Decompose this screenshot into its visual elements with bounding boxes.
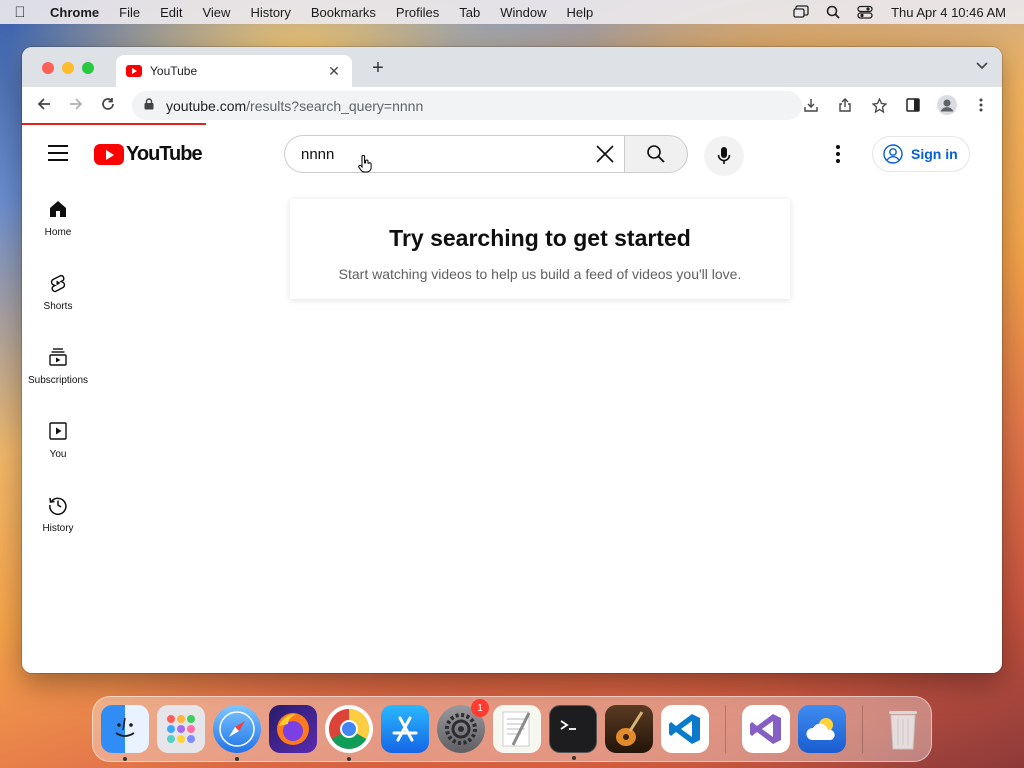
dock-system-settings-icon[interactable]: 1 <box>437 699 489 753</box>
sidebar-item-home[interactable]: Home <box>22 181 94 255</box>
close-window-button[interactable] <box>42 62 54 74</box>
sign-in-button[interactable]: Sign in <box>872 136 970 172</box>
download-icon[interactable] <box>800 98 822 115</box>
hand-cursor-icon <box>358 154 372 176</box>
subscriptions-icon <box>49 347 67 366</box>
settings-update-badge: 1 <box>471 699 489 717</box>
youtube-logo-text: YouTube <box>126 143 203 165</box>
dock-visual-studio-icon[interactable] <box>742 705 790 753</box>
forward-arrow-icon[interactable] <box>60 97 92 116</box>
guide-menu-icon[interactable] <box>48 145 68 166</box>
dock-firefox-icon[interactable] <box>269 705 317 753</box>
dock-trash-icon[interactable] <box>879 705 927 753</box>
empty-feed-card: Try searching to get started Start watch… <box>290 199 790 299</box>
control-center-icon[interactable] <box>849 5 881 19</box>
chrome-menu-icon[interactable] <box>970 98 992 115</box>
macos-menu-bar:  Chrome File Edit View History Bookmark… <box>0 0 1024 24</box>
menu-tab[interactable]: Tab <box>449 5 490 20</box>
apple-menu-icon[interactable]:  <box>0 4 40 21</box>
you-icon <box>49 421 67 440</box>
chrome-window: YouTube ✕ + youtube.com/results?search_q… <box>22 47 1002 673</box>
youtube-play-logo-icon <box>94 144 124 165</box>
sidebar-item-label: Home <box>44 226 72 238</box>
bookmark-star-icon[interactable] <box>868 96 890 116</box>
side-panel-icon[interactable] <box>902 98 924 115</box>
dock-terminal-icon[interactable] <box>549 705 597 760</box>
menu-view[interactable]: View <box>192 5 240 20</box>
url-path: /results?search_query=nnnn <box>246 97 424 114</box>
sidebar-item-shorts[interactable]: Shorts <box>22 255 94 329</box>
dock-textedit-icon[interactable] <box>493 705 541 753</box>
spotlight-search-icon[interactable] <box>817 5 849 19</box>
youtube-favicon-icon <box>126 65 142 77</box>
menu-window[interactable]: Window <box>490 5 556 20</box>
reload-icon[interactable] <box>92 97 124 116</box>
youtube-header: YouTube Sign in <box>22 125 1002 181</box>
sidebar-item-label: You <box>49 448 67 460</box>
history-icon <box>49 497 67 515</box>
home-icon <box>50 200 66 217</box>
menu-history[interactable]: History <box>240 5 300 20</box>
macos-dock: 1 <box>92 696 932 762</box>
clear-search-icon[interactable] <box>594 143 616 165</box>
search-input[interactable] <box>284 135 624 173</box>
shorts-icon <box>50 274 66 292</box>
sidebar-item-label: Shorts <box>43 300 73 312</box>
back-arrow-icon[interactable] <box>28 97 60 116</box>
tab-youtube[interactable]: YouTube ✕ <box>116 55 352 87</box>
dock-garageband-icon[interactable] <box>605 705 653 753</box>
sidebar-item-you[interactable]: You <box>22 403 94 477</box>
dock-separator <box>862 705 863 753</box>
guide-sidebar: Home Shorts Subscriptions You History <box>22 181 94 551</box>
youtube-logo[interactable]: YouTube <box>94 143 203 166</box>
dock-chrome-icon[interactable] <box>325 705 373 761</box>
tab-close-icon[interactable]: ✕ <box>326 63 342 80</box>
menu-bookmarks[interactable]: Bookmarks <box>301 5 386 20</box>
dock-finder-icon[interactable] <box>101 705 149 761</box>
toolbar-actions <box>800 95 992 118</box>
youtube-page: YouTube Sign in <box>22 125 1002 673</box>
dock-vscode-icon[interactable] <box>661 705 709 753</box>
sidebar-item-label: Subscriptions <box>27 374 89 386</box>
sidebar-item-label: History <box>42 522 74 534</box>
sidebar-item-history[interactable]: History <box>22 477 94 551</box>
menu-profiles[interactable]: Profiles <box>386 5 449 20</box>
dock-separator <box>725 705 726 753</box>
voice-search-mic-icon[interactable] <box>704 136 744 176</box>
tab-strip: YouTube ✕ + <box>22 47 1002 87</box>
search-box <box>284 135 688 173</box>
dock-launchpad-icon[interactable] <box>157 705 205 753</box>
zoom-window-button[interactable] <box>82 62 94 74</box>
browser-toolbar: youtube.com/results?search_query=nnnn <box>22 87 1002 125</box>
screen-mirroring-icon[interactable] <box>785 5 817 19</box>
url-host: youtube.com <box>166 97 247 114</box>
sidebar-item-subscriptions[interactable]: Subscriptions <box>22 329 94 403</box>
account-circle-icon <box>883 144 903 164</box>
menu-file[interactable]: File <box>109 5 150 20</box>
empty-feed-subtitle: Start watching videos to help us build a… <box>338 266 742 282</box>
menu-help[interactable]: Help <box>557 5 604 20</box>
address-bar[interactable]: youtube.com/results?search_query=nnnn <box>132 91 802 120</box>
tab-search-chevron-icon[interactable] <box>976 59 988 73</box>
minimize-window-button[interactable] <box>62 62 74 74</box>
dock-app-store-icon[interactable] <box>381 705 429 753</box>
search-button[interactable] <box>624 135 688 173</box>
window-controls <box>42 62 94 74</box>
settings-more-vert-icon[interactable] <box>834 145 842 166</box>
tab-title: YouTube <box>150 64 198 78</box>
menu-app-name[interactable]: Chrome <box>40 5 109 20</box>
profile-avatar-icon[interactable] <box>936 95 958 118</box>
empty-feed-title: Try searching to get started <box>389 225 691 251</box>
share-icon[interactable] <box>834 98 856 115</box>
dock-safari-icon[interactable] <box>213 705 261 761</box>
menu-bar-clock[interactable]: Thu Apr 4 10:46 AM <box>881 5 1006 20</box>
menu-edit[interactable]: Edit <box>150 5 192 20</box>
dock-weather-icon[interactable] <box>798 705 846 753</box>
lock-icon[interactable] <box>144 98 158 113</box>
search-icon <box>647 145 665 163</box>
sign-in-label: Sign in <box>911 146 958 162</box>
new-tab-plus-icon[interactable]: + <box>368 57 388 80</box>
